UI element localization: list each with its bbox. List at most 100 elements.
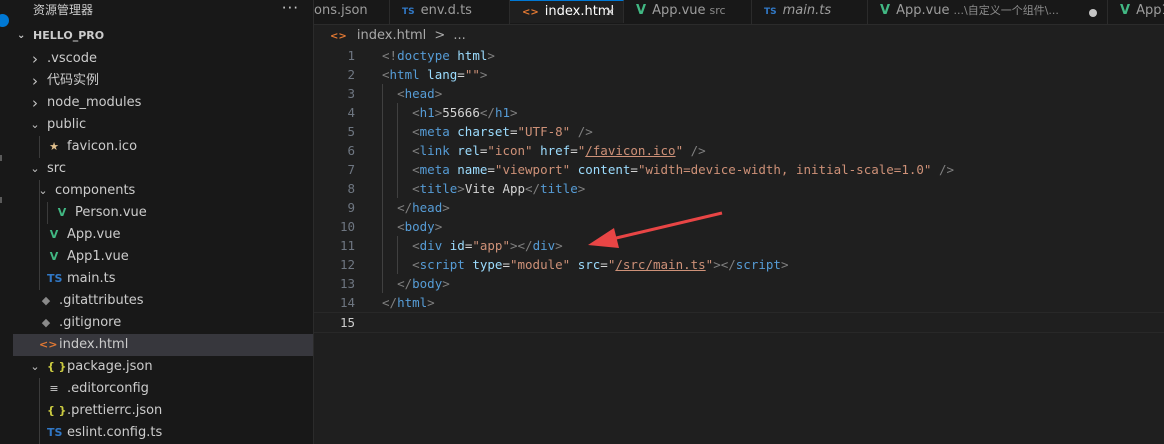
code-line: 6 <link rel="icon" href="/favicon.ico" /… [314, 141, 1164, 160]
tree-item[interactable]: V App.vue [13, 224, 313, 246]
code-token: </ [525, 181, 541, 196]
tree-item[interactable]: ⌄ components [13, 180, 313, 202]
tree-item[interactable]: ⌄ public [13, 114, 313, 136]
code-text: </head> [382, 198, 450, 217]
code-token: /> [577, 124, 593, 139]
code-token: rel [457, 143, 480, 158]
indent-guide [47, 202, 48, 224]
code-line: 8 <title>Vite App</title> [314, 179, 1164, 198]
tab-label: env.d.ts [420, 3, 472, 18]
unsaved-dot-icon[interactable] [1089, 9, 1097, 17]
code-token: content [577, 162, 631, 177]
indent-guide [39, 378, 40, 400]
tab-main-ts[interactable]: TS main.ts [752, 0, 868, 24]
tree-item[interactable]: › node_modules [13, 92, 313, 114]
code-token: = [502, 257, 510, 272]
code-text: <script type="module" src="/src/main.ts"… [382, 255, 788, 274]
indent-guide [39, 246, 40, 268]
tab-description: src [709, 4, 726, 17]
breadcrumb: <> index.html > ... [330, 26, 466, 46]
tree-item[interactable]: › 代码实例 [13, 70, 313, 92]
project-root[interactable]: ⌄ HELLO_PRO [13, 25, 313, 47]
code-text: <meta charset="UTF-8" /> [382, 122, 593, 141]
html-file-icon: <> [330, 31, 347, 42]
tree-item[interactable]: <> index.html [13, 334, 313, 356]
chevron-right-icon: › [32, 94, 38, 112]
code-text: <!doctype html> [382, 46, 495, 65]
tab-label: ons.json [314, 3, 368, 18]
config-file-icon: ≡ [49, 382, 59, 395]
code-token: head [412, 200, 443, 215]
code-token: "UTF-8" [517, 124, 571, 139]
tree-item[interactable]: ≡ .editorconfig [13, 378, 313, 400]
tree-item[interactable]: ★ favicon.ico [13, 136, 313, 158]
code-token: > [442, 276, 450, 291]
code-token: > [427, 295, 435, 310]
editor-tab-bar: ons.json TS env.d.ts <> index.html ✕ V App.vue s… [314, 0, 1164, 25]
tree-item[interactable]: ⌄ src [13, 158, 313, 180]
code-token: < [412, 162, 420, 177]
code-token: > [442, 200, 450, 215]
tree-item-label: components [55, 183, 136, 198]
tab-app-vue[interactable]: V App.vue ...\自定义一个组件\... [868, 0, 1108, 24]
line-number: 4 [347, 105, 355, 120]
code-text: <head> [382, 84, 442, 103]
git-file-icon: ◆ [41, 294, 51, 307]
code-token: < [412, 238, 420, 253]
code-token: "module" [509, 257, 571, 272]
code-line: 4 <h1>55666</h1> [314, 103, 1164, 122]
tree-item[interactable]: TS eslint.config.ts [13, 422, 313, 444]
code-token: < [397, 219, 405, 234]
code-token: type [472, 257, 503, 272]
chevron-down-icon: ⌄ [30, 162, 40, 175]
vue-file-icon: V [1120, 3, 1131, 18]
line-number: 12 [339, 257, 355, 272]
tree-item[interactable]: ⌄ { } package.json [13, 356, 313, 378]
tree-item[interactable]: V Person.vue [13, 202, 313, 224]
code-line: 1 <!doctype html> [314, 46, 1164, 65]
code-token: = [570, 143, 578, 158]
close-icon[interactable]: ✕ [605, 1, 615, 23]
code-line: 12 <script type="module" src="/src/main.… [314, 255, 1164, 274]
code-token: /> [690, 143, 706, 158]
code-token: = [457, 67, 465, 82]
tree-item-label: App.vue [67, 227, 121, 242]
tree-item-label: src [47, 161, 66, 176]
tab-label: index.html [544, 4, 615, 19]
indent-guide [39, 400, 40, 422]
tree-item[interactable]: ◆ .gitignore [13, 312, 313, 334]
tab-ons-json[interactable]: ons.json [314, 0, 390, 24]
code-editor[interactable]: 1 <!doctype html> 2 <html lang=""> 3 <head> 4… [314, 46, 1164, 444]
breadcrumb-rest[interactable]: ... [453, 28, 465, 43]
tree-item[interactable]: › .vscode [13, 48, 313, 70]
tree-item-label: package.json [67, 359, 153, 374]
code-token: "icon" [487, 143, 533, 158]
tree-item-label: eslint.config.ts [67, 425, 163, 440]
tab-app-vue[interactable]: V App.vue src [624, 0, 752, 24]
tree-item[interactable]: ◆ .gitattributes [13, 290, 313, 312]
tab-index-html[interactable]: <> index.html ✕ [510, 0, 624, 23]
chevron-right-icon: › [32, 72, 38, 90]
tree-item[interactable]: V App1.vue [13, 246, 313, 268]
explorer-panel: 资源管理器 ··· ⌄ HELLO_PRO › .vscode › 代码实例 › node… [13, 0, 314, 444]
code-line: 9 </head> [314, 198, 1164, 217]
code-line: 10 <body> [314, 217, 1164, 236]
code-token: "viewport" [494, 162, 571, 177]
breadcrumb-file[interactable]: index.html [357, 28, 426, 43]
tab-env-d-ts[interactable]: TS env.d.ts [390, 0, 510, 24]
more-actions-icon[interactable]: ··· [282, 0, 299, 18]
tab-app1-v[interactable]: V App1.v [1108, 0, 1164, 24]
code-line: 15 [314, 312, 1164, 333]
notification-badge[interactable] [0, 14, 9, 27]
code-token: src [577, 257, 601, 272]
tree-item[interactable]: TS main.ts [13, 268, 313, 290]
code-token: script [735, 257, 781, 272]
code-token: h1 [494, 105, 510, 120]
typescript-file-icon: TS [47, 426, 63, 439]
tree-item[interactable]: { } .prettierrc.json [13, 400, 313, 422]
